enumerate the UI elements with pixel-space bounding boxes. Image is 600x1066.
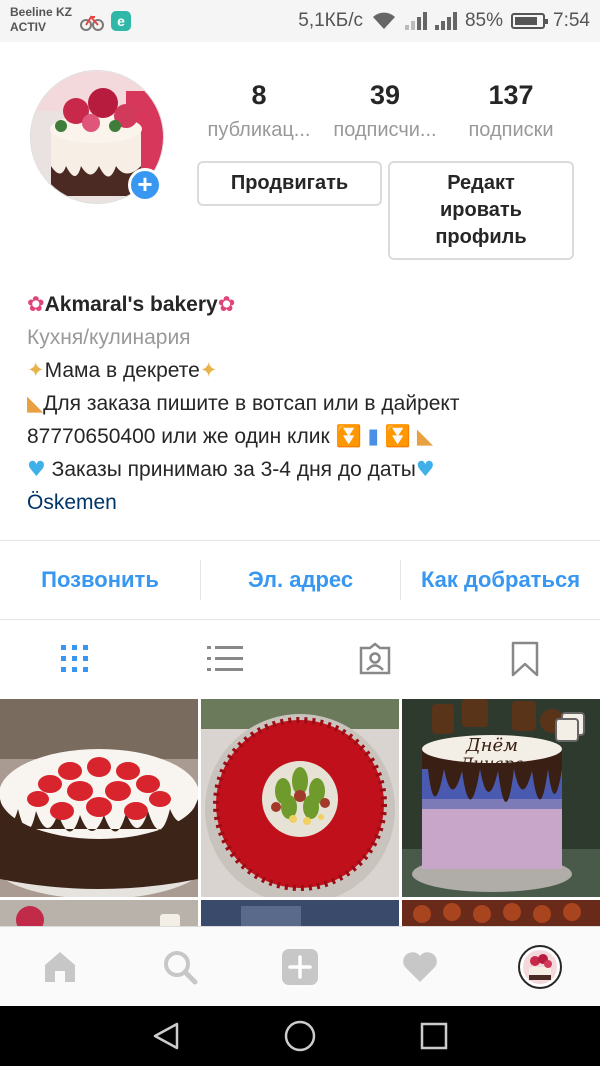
bio-line-4-text: Заказы принимаю за 3-4 дня до даты — [45, 458, 416, 481]
nav-activity[interactable] — [360, 927, 480, 1006]
directions-button[interactable]: Как добраться — [400, 560, 600, 600]
following-label: подписки — [468, 119, 554, 141]
post-thumbnail[interactable] — [0, 699, 198, 897]
double-arrow-down-icon: ⏬ — [384, 424, 412, 448]
edit-label-line2: ировать — [440, 199, 522, 221]
promote-label: Продвигать — [230, 172, 349, 194]
profile-category: Кухня/кулинария — [27, 326, 191, 349]
profile-bio: ✿Akmaral's bakery✿ Кухня/кулинария ✦Мама… — [27, 288, 587, 519]
red-velvet-cake-photo — [201, 699, 399, 897]
tab-grid[interactable] — [0, 620, 150, 698]
posts-count: 8 — [251, 80, 267, 110]
promote-button[interactable]: Продвигать — [197, 161, 382, 206]
status-right: 5,1КБ/с 85% 7:54 — [298, 0, 590, 42]
sparkles-icon: ✦ — [199, 358, 218, 382]
post-photo-partial — [0, 900, 198, 926]
bio-line-4: ♥ Заказы принимаю за 3-4 дня до даты♥ — [27, 453, 587, 486]
bio-line-3: 87770650400 или же один клик ⏬ ▮ ⏬ ◣ — [27, 420, 587, 453]
posts-label: публикац... — [207, 119, 311, 141]
blossom-icon: ✿ — [217, 292, 236, 316]
bio-line-1: ✦Мама в декрете✦ — [27, 354, 587, 387]
system-navigation — [0, 1006, 600, 1066]
nav-search[interactable] — [120, 927, 240, 1006]
blossom-icon: ✿ — [27, 292, 45, 316]
bio-line-1-text: Мама в декрете — [44, 359, 200, 382]
stat-posts[interactable]: 8 публикац... — [197, 78, 321, 148]
post-thumbnail[interactable] — [402, 900, 600, 926]
signal-2-icon — [434, 12, 457, 30]
bio-name-line: ✿Akmaral's bakery✿ — [27, 288, 587, 321]
post-photo-partial — [402, 900, 600, 926]
status-bar: Beeline KZ ACTIV e 5,1КБ/с 85% 7:54 — [0, 0, 600, 42]
svg-text:e: e — [117, 13, 125, 29]
bio-line-2: ◣Для заказа пишите в вотсап или в дайрек… — [27, 387, 587, 420]
following-count: 137 — [488, 80, 534, 110]
blue-heart-icon: ♥ — [415, 457, 435, 481]
edit-label-line1: Редакт — [447, 172, 515, 194]
battery-fill — [515, 17, 538, 25]
wifi-icon — [372, 12, 395, 29]
profile-location[interactable]: Öskemen — [27, 486, 587, 519]
add-post-icon — [282, 948, 318, 985]
carrier-info: Beeline KZ ACTIV — [10, 5, 73, 34]
mobile-phone-icon: ▮ — [367, 424, 380, 448]
home-circle-icon[interactable] — [283, 1019, 317, 1053]
tab-list[interactable] — [150, 620, 300, 698]
clock: 7:54 — [553, 10, 590, 31]
grid-icon — [61, 645, 88, 672]
add-story-button[interactable]: + — [128, 168, 162, 202]
profile-avatar[interactable]: + — [30, 70, 164, 204]
network-speed: 5,1КБ/с — [298, 10, 363, 31]
profile-name: Akmaral's bakery — [44, 293, 218, 316]
edit-label-line3: профиль — [435, 226, 527, 248]
nav-profile[interactable] — [480, 927, 600, 1006]
post-thumbnail[interactable] — [201, 900, 399, 926]
post-thumbnail[interactable]: Днём Динара — [402, 699, 600, 897]
saved-icon — [511, 641, 539, 677]
edit-profile-button[interactable]: Редакт ировать профиль — [388, 161, 574, 260]
svg-text:Динара: Динара — [459, 754, 523, 773]
battery-percent: 85% — [464, 10, 504, 31]
back-icon[interactable] — [151, 1021, 181, 1051]
bottom-navigation — [0, 926, 600, 1006]
list-icon — [207, 646, 243, 671]
svg-text:Днём: Днём — [465, 735, 518, 756]
blue-heart-icon: ♥ — [27, 457, 46, 481]
cake-slice-icon: ◣ — [416, 424, 434, 448]
tagged-icon — [359, 642, 391, 675]
cake-slice-icon: ◣ — [27, 391, 44, 415]
drip-cake-photo: Днём Динара — [402, 699, 600, 897]
post-photo-partial — [201, 900, 399, 926]
bio-line-3-text: 87770650400 или же один клик — [27, 425, 330, 448]
sport-app-icon — [80, 15, 104, 31]
recents-icon[interactable] — [419, 1021, 449, 1051]
stat-following[interactable]: 137 подписки — [455, 78, 567, 148]
profile-tabs — [0, 620, 600, 698]
call-button[interactable]: Позвонить — [0, 560, 200, 600]
followers-count: 39 — [369, 80, 401, 110]
strawberry-cake-photo — [0, 699, 198, 897]
profile-avatar-icon — [518, 944, 562, 989]
double-arrow-down-icon: ⏬ — [335, 424, 362, 448]
tab-saved[interactable] — [450, 620, 600, 698]
sparkles-icon: ✦ — [27, 358, 45, 382]
stat-followers[interactable]: 39 подписчи... — [322, 78, 448, 148]
battery-icon — [511, 13, 549, 29]
email-button[interactable]: Эл. адрес — [200, 560, 400, 600]
contact-actions: Позвонить Эл. адрес Как добраться — [0, 540, 600, 620]
bio-line-2-text: Для заказа пишите в вотсап или в дайрект — [43, 392, 460, 415]
tab-tagged[interactable] — [300, 620, 450, 698]
nav-home[interactable] — [0, 927, 120, 1006]
post-thumbnail[interactable] — [201, 699, 399, 897]
app-notification-icon: e — [111, 11, 131, 31]
post-thumbnail[interactable] — [0, 900, 198, 926]
followers-label: подписчи... — [333, 119, 437, 141]
home-icon — [45, 951, 75, 982]
nav-add-post[interactable] — [240, 927, 360, 1006]
search-icon — [164, 950, 198, 984]
heart-icon — [403, 951, 437, 982]
signal-1-icon — [404, 12, 427, 30]
